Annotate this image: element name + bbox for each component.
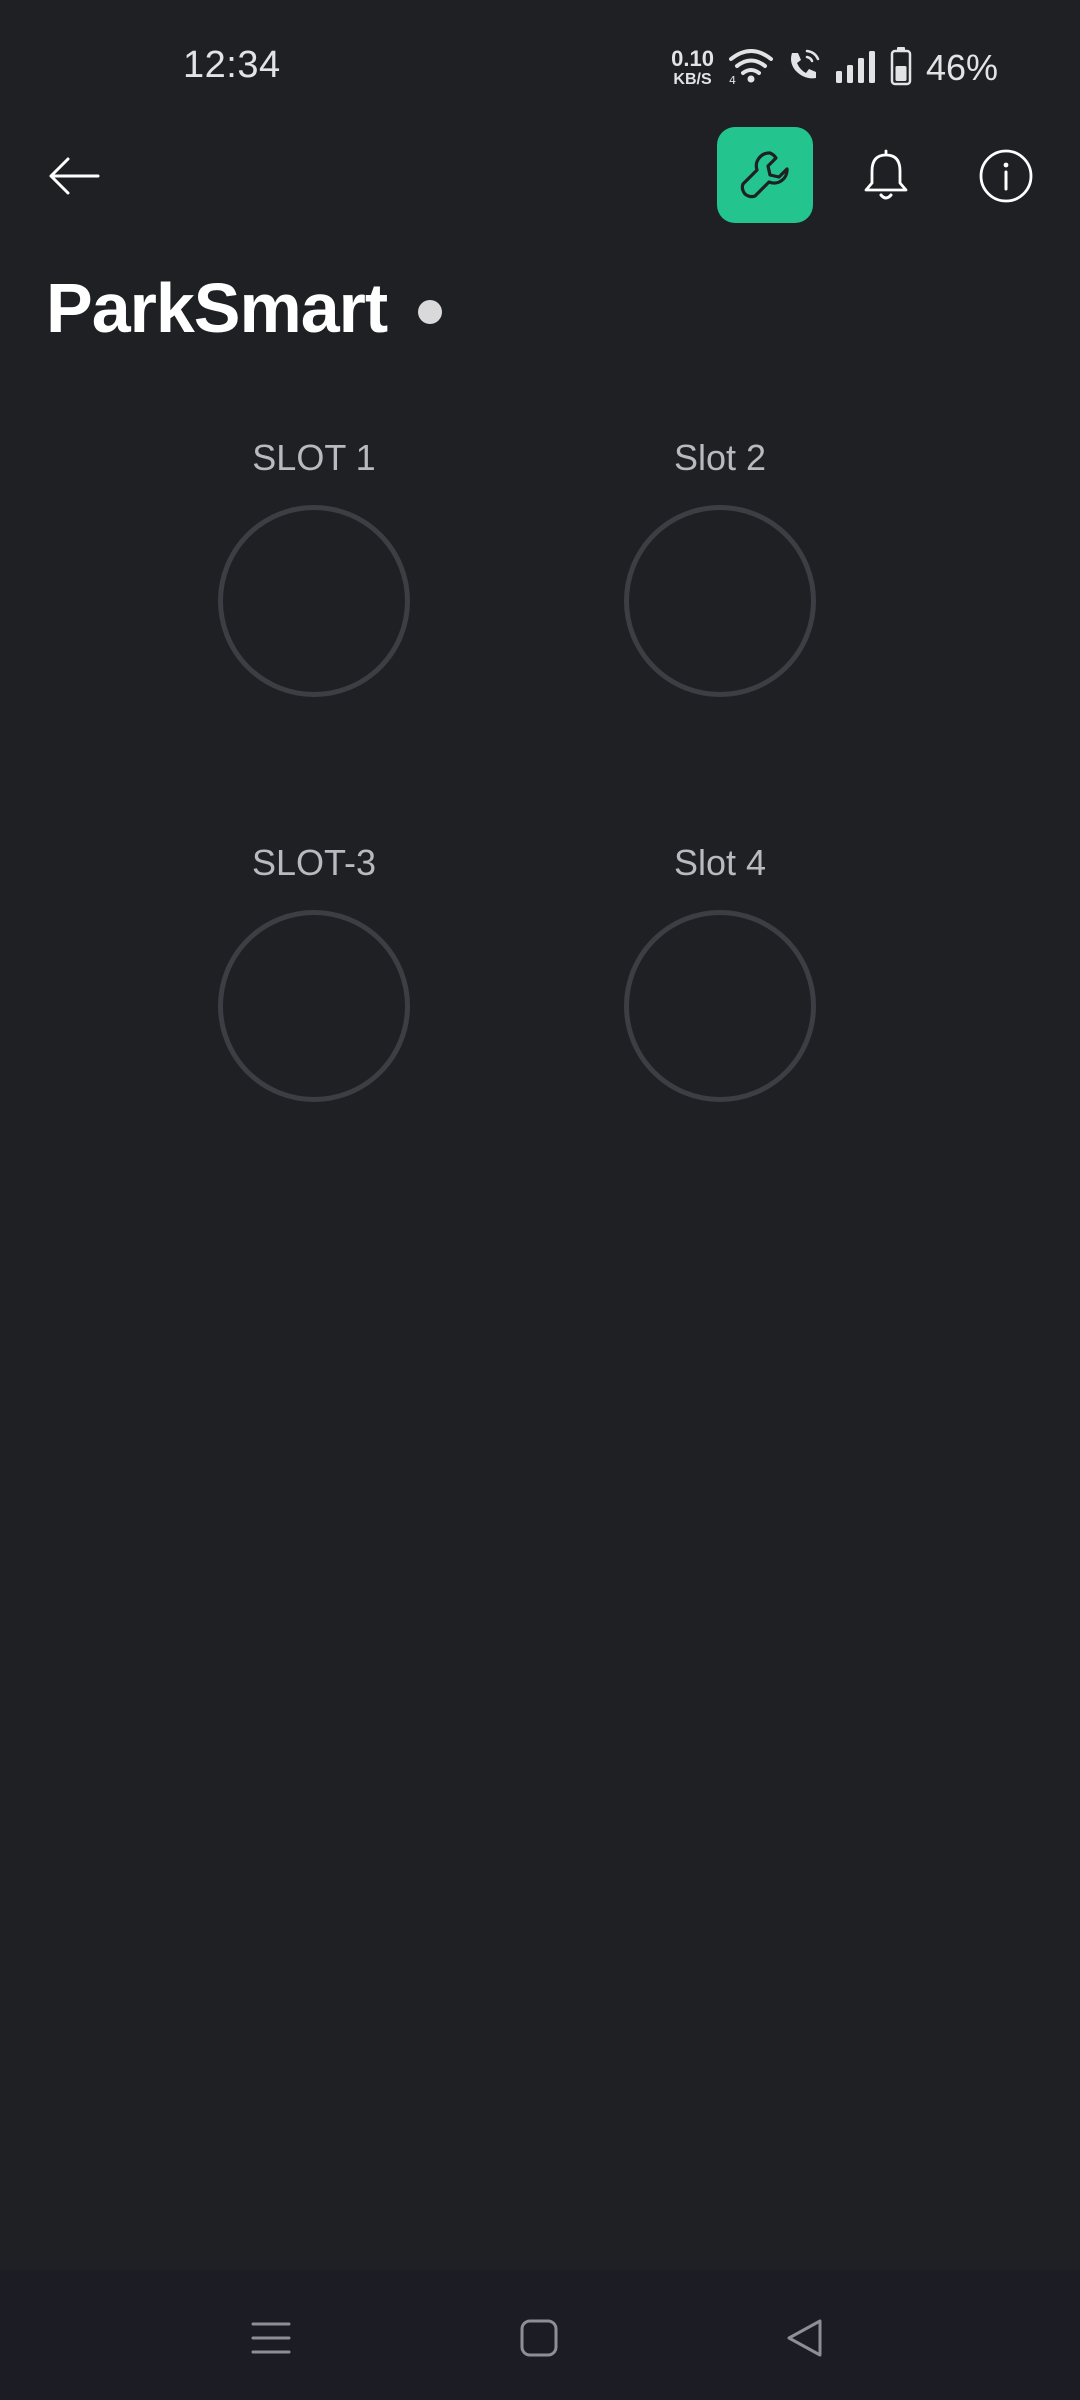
back-triangle-icon: [787, 2319, 822, 2357]
wifi-calling-icon: [786, 47, 822, 90]
network-speed-unit: KB/S: [673, 71, 712, 88]
nav-home-button[interactable]: [499, 2298, 579, 2378]
device-status-dot: [418, 300, 442, 324]
slot-widget-1[interactable]: SLOT 1: [194, 433, 434, 697]
slot-led-indicator[interactable]: [218, 505, 410, 697]
network-speed: 0.10 KB/S: [671, 48, 714, 88]
slot-label: SLOT-3: [251, 842, 377, 883]
nav-back-button[interactable]: [765, 2298, 845, 2378]
slot-label: Slot 4: [673, 842, 767, 883]
wrench-icon: [740, 151, 789, 199]
menu-icon: [251, 2322, 291, 2354]
svg-text:4: 4: [729, 74, 736, 85]
home-icon: [520, 2319, 558, 2357]
status-time: 12:34: [183, 44, 281, 86]
signal-icon: [834, 49, 878, 88]
status-icons: 0.10 KB/S 4 46%: [671, 46, 998, 90]
info-icon: [979, 149, 1033, 203]
slot-widget-3[interactable]: SLOT-3: [194, 838, 434, 1102]
status-bar: 12:34 0.10 KB/S 4 46%: [0, 0, 1080, 140]
bell-icon: [864, 149, 908, 200]
wifi-icon: 4: [728, 47, 774, 90]
battery-percent: 46%: [925, 47, 998, 88]
notifications-button[interactable]: [850, 136, 922, 214]
page-title: ParkSmart: [46, 269, 388, 347]
slot-label: Slot 2: [673, 437, 767, 478]
system-navigation-bar: [0, 2270, 1080, 2400]
slot-widget-4[interactable]: Slot 4: [600, 838, 840, 1102]
slot-led-indicator[interactable]: [218, 910, 410, 1102]
slot-led-indicator[interactable]: [624, 910, 816, 1102]
info-button[interactable]: [968, 138, 1044, 214]
slot-led-indicator[interactable]: [624, 505, 816, 697]
slot-label: SLOT 1: [252, 437, 376, 478]
network-speed-value: 0.10: [671, 46, 714, 71]
slot-widget-2[interactable]: Slot 2: [600, 433, 840, 697]
nav-menu-button[interactable]: [231, 2298, 311, 2378]
arrow-left-icon: [49, 157, 100, 195]
battery-icon: [890, 46, 912, 91]
device-settings-button[interactable]: [717, 127, 813, 223]
back-button[interactable]: [38, 140, 110, 212]
